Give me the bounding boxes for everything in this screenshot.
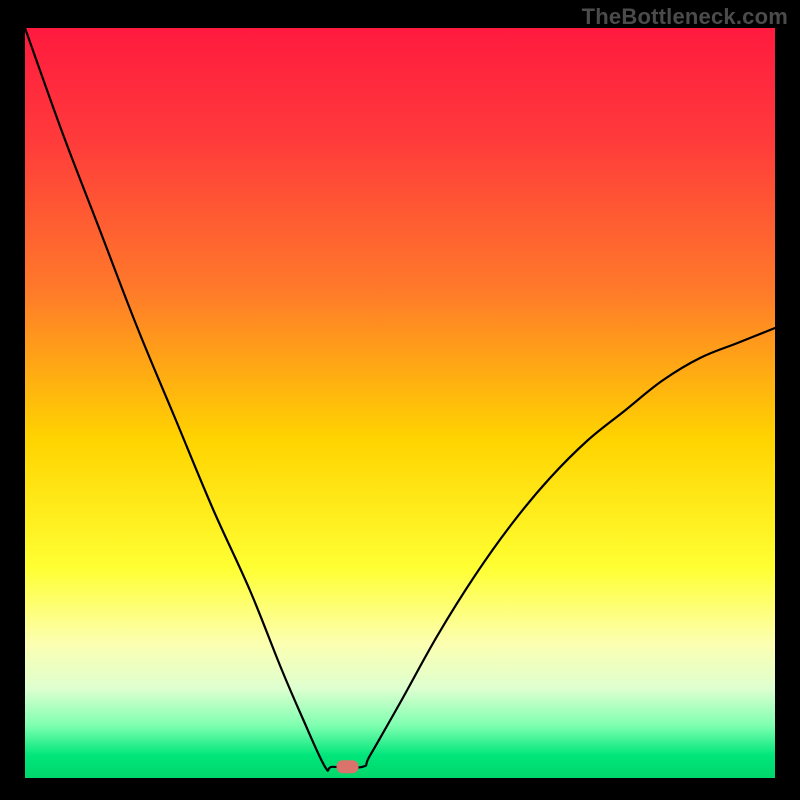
bottleneck-chart bbox=[0, 0, 800, 800]
plot-background bbox=[25, 28, 775, 778]
watermark-text: TheBottleneck.com bbox=[582, 4, 788, 30]
chart-frame: TheBottleneck.com bbox=[0, 0, 800, 800]
optimal-marker bbox=[337, 760, 359, 773]
